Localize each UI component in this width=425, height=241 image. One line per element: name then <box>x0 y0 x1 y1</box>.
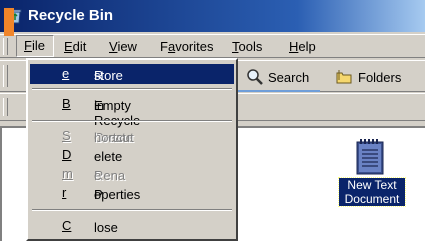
menu-item-rename: Rena m e <box>30 164 234 184</box>
menu-file-mnemonic: F <box>24 38 32 53</box>
menu-favorites-label: vorites <box>175 39 214 54</box>
menu-favorites-label-start: F <box>160 39 168 54</box>
properties-mnemonic: r <box>62 185 67 200</box>
menu-edit-mnemonic: E <box>64 39 73 54</box>
menu-file[interactable]: File <box>16 35 54 57</box>
close-mnemonic: C <box>62 218 72 233</box>
menu-separator <box>32 209 232 211</box>
file-item-label[interactable]: New Text Document <box>338 177 406 207</box>
file-dropdown-menu: Re store Empty Recycle Bin Create Shortcu… <box>26 58 238 241</box>
menu-item-empty-recycle-bin[interactable]: Empty Recycle Bin <box>30 94 234 128</box>
menu-help-mnemonic: H <box>289 39 299 54</box>
title-bar[interactable]: Recycle Bin <box>0 0 425 32</box>
menu-separator <box>32 120 232 122</box>
menu-item-close[interactable]: Close <box>30 216 234 236</box>
folders-button[interactable]: Folders <box>336 67 401 87</box>
file-item-label-line1: New Text <box>347 178 397 192</box>
folders-button-label: Folders <box>358 69 402 85</box>
menu-item-restore[interactable]: Re store <box>30 64 234 84</box>
menu-view[interactable]: View <box>109 39 137 54</box>
left-panel-accent <box>4 8 14 36</box>
menu-item-delete[interactable]: Delete <box>30 145 234 165</box>
search-button[interactable]: Search <box>246 67 309 87</box>
restore-label: store <box>94 68 123 83</box>
create-shortcut-label: hortcut <box>94 130 134 145</box>
search-button-label: Search <box>268 69 310 85</box>
rename-mnemonic: m <box>62 166 73 181</box>
menu-help[interactable]: Help <box>289 39 316 54</box>
menu-edit[interactable]: Edit <box>64 39 86 54</box>
text-document-icon[interactable] <box>355 138 385 176</box>
menubar-grip[interactable] <box>3 38 8 55</box>
menu-item-create-shortcut: Create Shortcut <box>30 126 234 146</box>
empty-mnemonic: B <box>62 96 71 111</box>
window-title: Recycle Bin <box>28 7 114 24</box>
empty-label: in <box>94 98 105 113</box>
create-shortcut-mnemonic: S <box>62 128 71 143</box>
addressbar-grip[interactable] <box>3 98 8 116</box>
menu-file-label: ile <box>31 38 45 53</box>
rename-label: e <box>94 168 102 183</box>
window: Recycle Bin File Edit View Favorites Too… <box>0 0 425 241</box>
restore-mnemonic: e <box>62 66 70 81</box>
folders-icon <box>336 70 352 84</box>
properties-label: operties <box>94 187 141 202</box>
menu-view-label: iew <box>117 39 137 54</box>
menu-help-label: elp <box>298 39 316 54</box>
toolbar-grip[interactable] <box>3 65 8 87</box>
search-icon <box>247 69 263 85</box>
delete-mnemonic: D <box>62 147 72 162</box>
menu-tools[interactable]: Tools <box>232 39 262 54</box>
close-label: lose <box>94 220 118 235</box>
file-item-label-line2: Document <box>344 192 400 206</box>
delete-label: elete <box>94 149 123 164</box>
menu-separator <box>32 88 232 90</box>
menu-tools-label: ools <box>238 39 263 54</box>
menu-item-properties[interactable]: Pr operties <box>30 183 234 203</box>
menu-favorites[interactable]: Favorites <box>160 39 213 54</box>
menu-edit-label: dit <box>72 39 87 54</box>
